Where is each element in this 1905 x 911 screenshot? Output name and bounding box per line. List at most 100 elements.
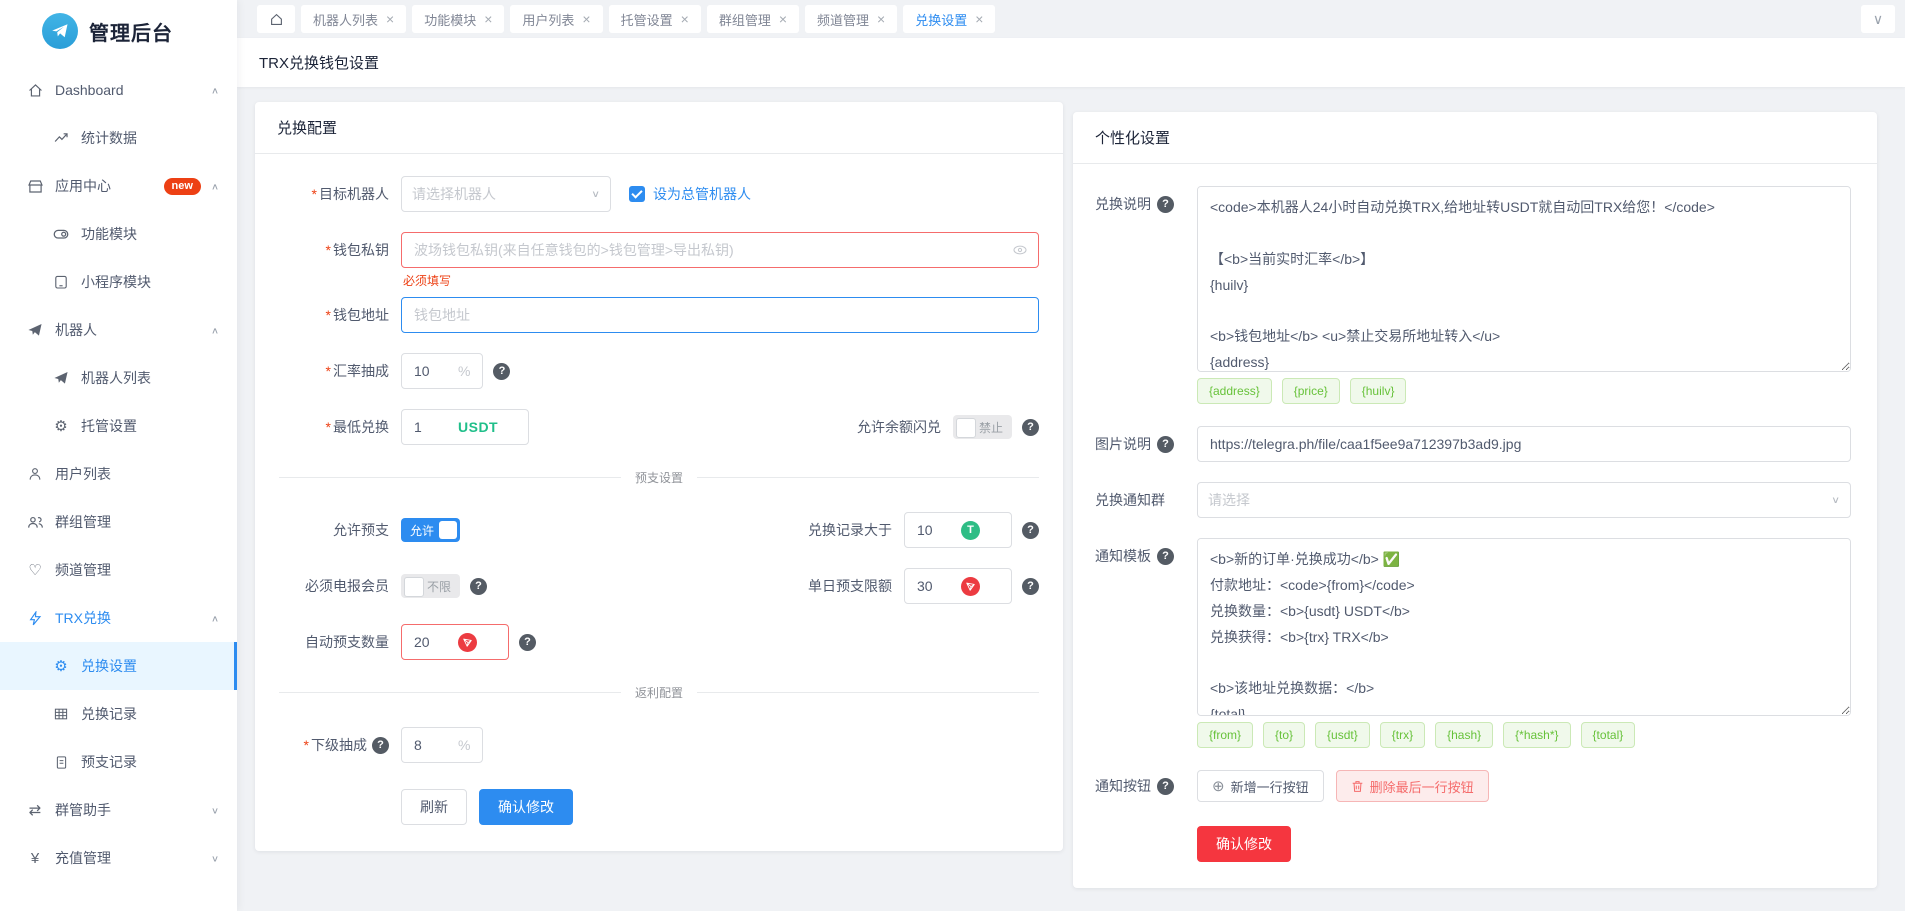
record-gt-input[interactable]: T [904,512,1012,548]
sidebar-item-feature-module[interactable]: 功能模块 [0,210,237,258]
sidebar-item-user-list[interactable]: 用户列表 [0,450,237,498]
tab-exchange-settings[interactable]: 兑换设置× [903,5,995,33]
help-icon[interactable]: ? [1022,419,1039,436]
allow-advance-row: 允许预支 允许 兑换记录大于 T ? [279,512,1039,548]
sidebar-item-exchange-records[interactable]: 兑换记录 [0,690,237,738]
close-icon[interactable]: × [877,12,885,26]
sub-cut-input[interactable]: % [401,727,483,763]
close-icon[interactable]: × [779,12,787,26]
help-icon[interactable]: ? [493,363,510,380]
sidebar-item-bots[interactable]: 机器人 ∧ [0,306,237,354]
tag-price[interactable]: {price} [1282,378,1340,404]
sidebar-item-app-center[interactable]: 应用中心 new ∧ [0,162,237,210]
tag-address[interactable]: {address} [1197,378,1272,404]
must-member-toggle[interactable]: 不限 [401,574,460,598]
tab-feature-module[interactable]: 功能模块× [412,5,504,33]
close-icon[interactable]: × [582,12,590,26]
tag-total[interactable]: {total} [1581,722,1636,748]
allow-advance-toggle[interactable]: 允许 [401,518,460,542]
tab-bot-list[interactable]: 机器人列表× [301,5,406,33]
tag-hash[interactable]: {hash} [1435,722,1493,748]
help-icon[interactable]: ? [1157,778,1174,795]
help-icon[interactable]: ? [1157,196,1174,213]
field-label: 自动预支数量 [279,624,401,660]
close-icon[interactable]: × [484,12,492,26]
tron-icon [458,633,477,652]
eye-icon[interactable] [1012,242,1028,258]
document-icon [52,753,70,771]
close-icon[interactable]: × [975,12,983,26]
delete-row-button[interactable]: 删除最后一行按钮 [1336,770,1489,802]
chevron-down-icon: ∨ [1873,11,1883,28]
tag-hash-md[interactable]: {*hash*} [1503,722,1570,748]
sidebar-item-hosting-settings[interactable]: ⚙ 托管设置 [0,402,237,450]
sidebar-item-bot-list[interactable]: 机器人列表 [0,354,237,402]
exchange-desc-textarea[interactable]: <code>本机器人24小时自动兑换TRX,给地址转USDT就自动回TRX给您！… [1197,186,1851,372]
help-icon[interactable]: ? [1157,548,1174,565]
tag-trx[interactable]: {trx} [1380,722,1425,748]
wallet-address-input[interactable] [401,297,1039,333]
tab-channel-manage[interactable]: 频道管理× [805,5,897,33]
image-desc-input[interactable] [1197,426,1851,462]
tab-group-manage[interactable]: 群组管理× [707,5,799,33]
personalization-card: 个性化设置 兑换说明 ? <code>本机器人24小时自动兑换TRX,给地址转U… [1073,112,1877,888]
paper-plane-icon [52,369,70,387]
tag-huilv[interactable]: {huilv} [1350,378,1407,404]
help-icon[interactable]: ? [519,634,536,651]
sidebar-item-stats[interactable]: 统计数据 [0,114,237,162]
shop-icon [26,177,44,195]
tag-from[interactable]: {from} [1197,722,1253,748]
help-icon[interactable]: ? [470,578,487,595]
trash-icon [1351,780,1364,793]
add-row-button[interactable]: ⊕ 新增一行按钮 [1197,770,1324,802]
tab-home[interactable] [257,5,295,33]
page-title: TRX兑换钱包设置 [237,38,1905,87]
desc-tags: {address} {price} {huilv} [1197,378,1851,404]
help-icon[interactable]: ? [1022,522,1039,539]
confirm-button-danger[interactable]: 确认修改 [1197,826,1291,862]
flash-swap-toggle[interactable]: 禁止 [953,415,1012,439]
sidebar-item-advance-records[interactable]: 预支记录 [0,738,237,786]
sidebar-item-group-assistant[interactable]: ⇄ 群管助手 ∨ [0,786,237,834]
tab-hosting-settings[interactable]: 托管设置× [609,5,701,33]
sidebar-item-miniapp-module[interactable]: 小程序模块 [0,258,237,306]
tab-user-list[interactable]: 用户列表× [510,5,602,33]
sidebar-item-channel-manage[interactable]: ♡ 频道管理 [0,546,237,594]
table-icon [52,705,70,723]
help-icon[interactable]: ? [372,737,389,754]
checkbox-label[interactable]: 设为总管机器人 [653,184,751,204]
yen-icon: ¥ [26,849,44,867]
sidebar-item-group-manage[interactable]: 群组管理 [0,498,237,546]
sidebar-item-trx-exchange[interactable]: TRX兑换 ∧ [0,594,237,642]
confirm-button[interactable]: 确认修改 [479,789,573,825]
close-icon[interactable]: × [681,12,689,26]
app-title: 管理后台 [89,17,173,46]
min-exchange-input[interactable]: USDT [401,409,529,445]
wallet-key-input[interactable] [401,232,1039,268]
sidebar-item-dashboard[interactable]: Dashboard ∧ [0,66,237,114]
swap-icon: ⇄ [26,801,44,819]
tether-icon: T [961,521,980,540]
tag-to[interactable]: {to} [1263,722,1305,748]
field-label: 允许余额闪兑 [699,417,953,437]
refresh-button[interactable]: 刷新 [401,789,467,825]
target-bot-select[interactable]: 请选择机器人 ∨ [401,176,611,212]
close-icon[interactable]: × [386,12,394,26]
exchange-config-card: 兑换配置 *目标机器人 请选择机器人 ∨ 设为总管机器人 [255,102,1063,851]
tab-list-dropdown-button[interactable]: ∨ [1861,5,1895,33]
field-label: 允许预支 [279,512,401,548]
sidebar-item-exchange-settings[interactable]: ⚙ 兑换设置 [0,642,237,690]
help-icon[interactable]: ? [1022,578,1039,595]
tag-usdt[interactable]: {usdt} [1315,722,1370,748]
field-label: 汇率抽成 [333,363,389,379]
rate-cut-input[interactable]: % [401,353,483,389]
field-label: 必须电报会员 [279,568,401,604]
paper-plane-icon [26,321,44,339]
help-icon[interactable]: ? [1157,436,1174,453]
notify-group-select[interactable]: 请选择 ∨ [1197,482,1851,518]
notify-template-textarea[interactable]: <b>新的订单·兑换成功</b> ✅ 付款地址：<code>{from}</co… [1197,538,1851,716]
master-bot-checkbox[interactable] [629,186,645,202]
auto-advance-input[interactable] [401,624,509,660]
daily-limit-input[interactable] [904,568,1012,604]
sidebar-item-recharge-manage[interactable]: ¥ 充值管理 ∨ [0,834,237,882]
